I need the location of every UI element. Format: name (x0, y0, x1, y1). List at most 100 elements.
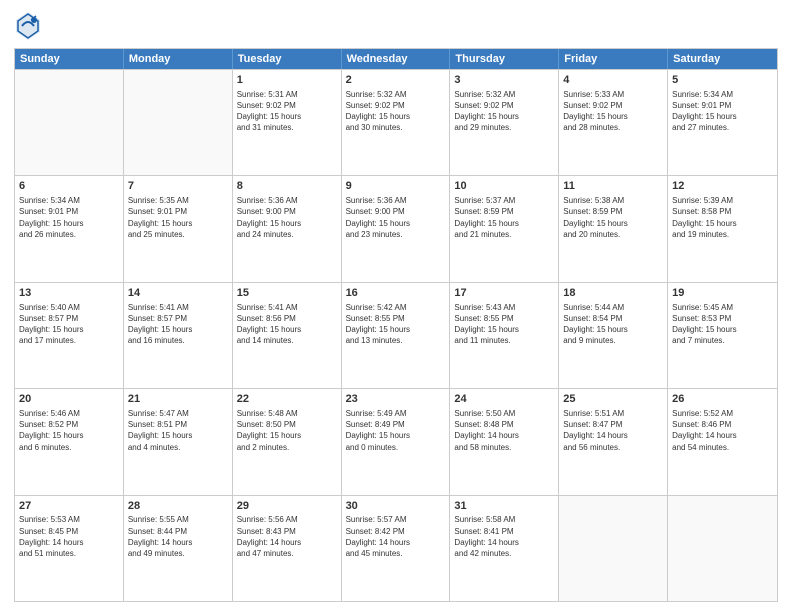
calendar-cell: 7Sunrise: 5:35 AM Sunset: 9:01 PM Daylig… (124, 176, 233, 281)
calendar-header-cell: Tuesday (233, 49, 342, 69)
day-info: Sunrise: 5:49 AM Sunset: 8:49 PM Dayligh… (346, 408, 446, 453)
logo-icon (14, 10, 42, 42)
calendar-header-cell: Saturday (668, 49, 777, 69)
calendar-cell: 2Sunrise: 5:32 AM Sunset: 9:02 PM Daylig… (342, 70, 451, 175)
calendar-cell: 22Sunrise: 5:48 AM Sunset: 8:50 PM Dayli… (233, 389, 342, 494)
day-number: 2 (346, 73, 446, 88)
day-info: Sunrise: 5:43 AM Sunset: 8:55 PM Dayligh… (454, 302, 554, 347)
calendar-cell: 27Sunrise: 5:53 AM Sunset: 8:45 PM Dayli… (15, 496, 124, 601)
day-number: 21 (128, 392, 228, 407)
day-info: Sunrise: 5:41 AM Sunset: 8:56 PM Dayligh… (237, 302, 337, 347)
day-info: Sunrise: 5:46 AM Sunset: 8:52 PM Dayligh… (19, 408, 119, 453)
calendar-cell: 31Sunrise: 5:58 AM Sunset: 8:41 PM Dayli… (450, 496, 559, 601)
day-info: Sunrise: 5:51 AM Sunset: 8:47 PM Dayligh… (563, 408, 663, 453)
calendar-week: 6Sunrise: 5:34 AM Sunset: 9:01 PM Daylig… (15, 175, 777, 281)
calendar-cell: 14Sunrise: 5:41 AM Sunset: 8:57 PM Dayli… (124, 283, 233, 388)
day-info: Sunrise: 5:31 AM Sunset: 9:02 PM Dayligh… (237, 89, 337, 134)
calendar-cell: 28Sunrise: 5:55 AM Sunset: 8:44 PM Dayli… (124, 496, 233, 601)
day-number: 28 (128, 499, 228, 514)
day-number: 31 (454, 499, 554, 514)
calendar-body: 1Sunrise: 5:31 AM Sunset: 9:02 PM Daylig… (15, 69, 777, 601)
day-number: 23 (346, 392, 446, 407)
calendar-cell: 30Sunrise: 5:57 AM Sunset: 8:42 PM Dayli… (342, 496, 451, 601)
day-info: Sunrise: 5:33 AM Sunset: 9:02 PM Dayligh… (563, 89, 663, 134)
calendar-cell: 11Sunrise: 5:38 AM Sunset: 8:59 PM Dayli… (559, 176, 668, 281)
day-info: Sunrise: 5:58 AM Sunset: 8:41 PM Dayligh… (454, 514, 554, 559)
page: SundayMondayTuesdayWednesdayThursdayFrid… (0, 0, 792, 612)
calendar-cell: 24Sunrise: 5:50 AM Sunset: 8:48 PM Dayli… (450, 389, 559, 494)
calendar-cell: 15Sunrise: 5:41 AM Sunset: 8:56 PM Dayli… (233, 283, 342, 388)
calendar-week: 13Sunrise: 5:40 AM Sunset: 8:57 PM Dayli… (15, 282, 777, 388)
day-info: Sunrise: 5:38 AM Sunset: 8:59 PM Dayligh… (563, 195, 663, 240)
calendar-header-row: SundayMondayTuesdayWednesdayThursdayFrid… (15, 49, 777, 69)
calendar-cell: 1Sunrise: 5:31 AM Sunset: 9:02 PM Daylig… (233, 70, 342, 175)
day-info: Sunrise: 5:56 AM Sunset: 8:43 PM Dayligh… (237, 514, 337, 559)
calendar-header-cell: Monday (124, 49, 233, 69)
day-info: Sunrise: 5:32 AM Sunset: 9:02 PM Dayligh… (346, 89, 446, 134)
day-number: 12 (672, 179, 773, 194)
calendar-cell: 13Sunrise: 5:40 AM Sunset: 8:57 PM Dayli… (15, 283, 124, 388)
calendar-cell (124, 70, 233, 175)
calendar-cell: 6Sunrise: 5:34 AM Sunset: 9:01 PM Daylig… (15, 176, 124, 281)
day-number: 16 (346, 286, 446, 301)
day-info: Sunrise: 5:41 AM Sunset: 8:57 PM Dayligh… (128, 302, 228, 347)
day-info: Sunrise: 5:32 AM Sunset: 9:02 PM Dayligh… (454, 89, 554, 134)
day-info: Sunrise: 5:53 AM Sunset: 8:45 PM Dayligh… (19, 514, 119, 559)
logo (14, 10, 46, 42)
day-info: Sunrise: 5:35 AM Sunset: 9:01 PM Dayligh… (128, 195, 228, 240)
calendar-cell: 17Sunrise: 5:43 AM Sunset: 8:55 PM Dayli… (450, 283, 559, 388)
calendar-cell: 18Sunrise: 5:44 AM Sunset: 8:54 PM Dayli… (559, 283, 668, 388)
day-info: Sunrise: 5:48 AM Sunset: 8:50 PM Dayligh… (237, 408, 337, 453)
calendar-cell: 4Sunrise: 5:33 AM Sunset: 9:02 PM Daylig… (559, 70, 668, 175)
day-number: 10 (454, 179, 554, 194)
day-info: Sunrise: 5:55 AM Sunset: 8:44 PM Dayligh… (128, 514, 228, 559)
calendar-cell: 10Sunrise: 5:37 AM Sunset: 8:59 PM Dayli… (450, 176, 559, 281)
day-number: 25 (563, 392, 663, 407)
day-number: 13 (19, 286, 119, 301)
day-info: Sunrise: 5:40 AM Sunset: 8:57 PM Dayligh… (19, 302, 119, 347)
calendar-cell (668, 496, 777, 601)
calendar-cell: 5Sunrise: 5:34 AM Sunset: 9:01 PM Daylig… (668, 70, 777, 175)
day-number: 17 (454, 286, 554, 301)
day-number: 14 (128, 286, 228, 301)
day-info: Sunrise: 5:50 AM Sunset: 8:48 PM Dayligh… (454, 408, 554, 453)
day-number: 30 (346, 499, 446, 514)
day-info: Sunrise: 5:34 AM Sunset: 9:01 PM Dayligh… (19, 195, 119, 240)
day-number: 19 (672, 286, 773, 301)
day-info: Sunrise: 5:34 AM Sunset: 9:01 PM Dayligh… (672, 89, 773, 134)
header (14, 10, 778, 42)
day-number: 6 (19, 179, 119, 194)
calendar-cell: 8Sunrise: 5:36 AM Sunset: 9:00 PM Daylig… (233, 176, 342, 281)
day-number: 11 (563, 179, 663, 194)
day-number: 24 (454, 392, 554, 407)
calendar: SundayMondayTuesdayWednesdayThursdayFrid… (14, 48, 778, 602)
day-info: Sunrise: 5:39 AM Sunset: 8:58 PM Dayligh… (672, 195, 773, 240)
day-number: 29 (237, 499, 337, 514)
day-number: 18 (563, 286, 663, 301)
calendar-week: 1Sunrise: 5:31 AM Sunset: 9:02 PM Daylig… (15, 69, 777, 175)
day-info: Sunrise: 5:36 AM Sunset: 9:00 PM Dayligh… (237, 195, 337, 240)
calendar-header-cell: Sunday (15, 49, 124, 69)
calendar-cell: 26Sunrise: 5:52 AM Sunset: 8:46 PM Dayli… (668, 389, 777, 494)
day-number: 9 (346, 179, 446, 194)
calendar-header-cell: Wednesday (342, 49, 451, 69)
calendar-week: 20Sunrise: 5:46 AM Sunset: 8:52 PM Dayli… (15, 388, 777, 494)
day-info: Sunrise: 5:57 AM Sunset: 8:42 PM Dayligh… (346, 514, 446, 559)
day-number: 15 (237, 286, 337, 301)
day-info: Sunrise: 5:36 AM Sunset: 9:00 PM Dayligh… (346, 195, 446, 240)
calendar-cell: 12Sunrise: 5:39 AM Sunset: 8:58 PM Dayli… (668, 176, 777, 281)
calendar-cell (15, 70, 124, 175)
day-info: Sunrise: 5:52 AM Sunset: 8:46 PM Dayligh… (672, 408, 773, 453)
day-number: 3 (454, 73, 554, 88)
calendar-cell: 23Sunrise: 5:49 AM Sunset: 8:49 PM Dayli… (342, 389, 451, 494)
day-info: Sunrise: 5:37 AM Sunset: 8:59 PM Dayligh… (454, 195, 554, 240)
day-info: Sunrise: 5:47 AM Sunset: 8:51 PM Dayligh… (128, 408, 228, 453)
calendar-cell: 25Sunrise: 5:51 AM Sunset: 8:47 PM Dayli… (559, 389, 668, 494)
calendar-cell: 3Sunrise: 5:32 AM Sunset: 9:02 PM Daylig… (450, 70, 559, 175)
day-number: 20 (19, 392, 119, 407)
calendar-cell: 9Sunrise: 5:36 AM Sunset: 9:00 PM Daylig… (342, 176, 451, 281)
day-number: 1 (237, 73, 337, 88)
day-info: Sunrise: 5:44 AM Sunset: 8:54 PM Dayligh… (563, 302, 663, 347)
day-info: Sunrise: 5:45 AM Sunset: 8:53 PM Dayligh… (672, 302, 773, 347)
day-number: 22 (237, 392, 337, 407)
